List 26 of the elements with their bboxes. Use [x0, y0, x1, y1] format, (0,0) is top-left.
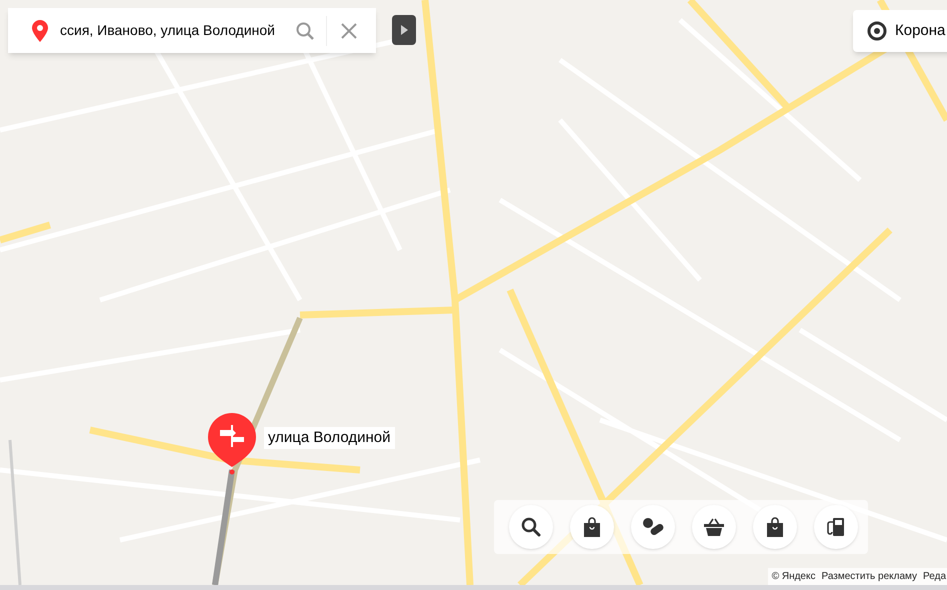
- basket-icon: [703, 518, 725, 536]
- layers-button[interactable]: Корона: [853, 10, 947, 52]
- shopping-bag-icon: [583, 517, 601, 537]
- search-field[interactable]: ссия, Иваново, улица Володиной: [60, 20, 292, 41]
- map-pin-icon: [208, 413, 256, 475]
- search-icon: [521, 517, 541, 537]
- search-bar[interactable]: ссия, Иваново, улица Володиной: [8, 8, 376, 53]
- pills-icon: [642, 517, 664, 537]
- search-icon[interactable]: [296, 22, 314, 40]
- bag-button[interactable]: [753, 505, 797, 549]
- collapse-button[interactable]: [392, 15, 416, 45]
- target-icon: [867, 21, 887, 41]
- play-triangle-icon: [400, 25, 408, 35]
- footer-link[interactable]: Реда: [923, 569, 946, 584]
- fuel-pump-icon: [826, 517, 846, 537]
- bag-button[interactable]: [570, 505, 614, 549]
- copyright-text: © Яндекс: [772, 570, 816, 584]
- pin-label: улица Володиной: [264, 427, 394, 449]
- fuel-button[interactable]: [814, 505, 858, 549]
- footer-link[interactable]: Разместить рекламу: [821, 569, 918, 584]
- shopping-bag-icon: [766, 517, 784, 537]
- pills-button[interactable]: [631, 505, 675, 549]
- search-button[interactable]: [509, 505, 553, 549]
- basket-button[interactable]: [692, 505, 736, 549]
- close-icon[interactable]: [341, 22, 357, 38]
- location-pin-icon: [32, 20, 48, 42]
